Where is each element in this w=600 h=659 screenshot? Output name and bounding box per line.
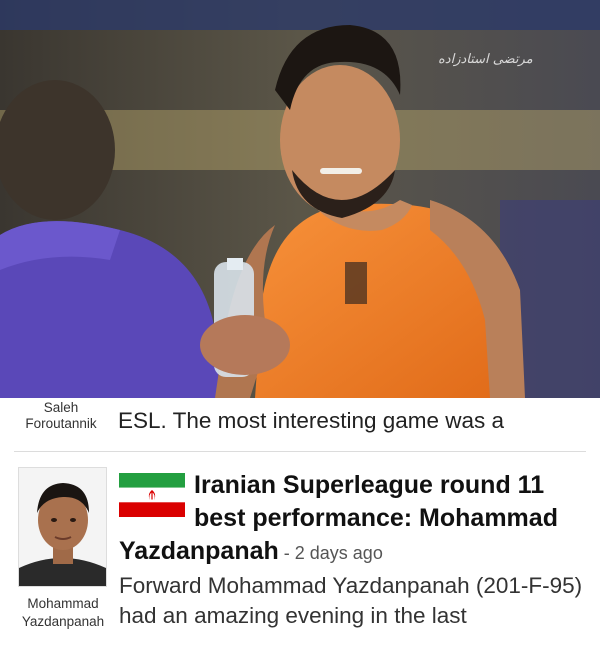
hero-photo: مرتضی استادزاده bbox=[0, 0, 600, 398]
news-item[interactable]: Mohammad Yazdanpanah Iranian Superleague… bbox=[0, 455, 600, 659]
article-headline[interactable]: Iranian Superleague round 11 best perfor… bbox=[194, 469, 589, 535]
author-thumbnail[interactable] bbox=[18, 467, 107, 587]
headline-player-name[interactable]: Yazdanpanah bbox=[119, 537, 279, 565]
item-divider bbox=[14, 451, 586, 452]
author-name[interactable]: Mohammad Yazdanpanah bbox=[14, 595, 112, 631]
headline-continued[interactable]: Yazdanpanah - 2 days ago bbox=[119, 537, 383, 566]
publish-date: - 2 days ago bbox=[278, 543, 383, 563]
author-last-name: Yazdanpanah bbox=[21, 614, 105, 629]
photo-watermark: مرتضی استادزاده bbox=[438, 52, 533, 67]
previous-author-first-name: Saleh bbox=[43, 400, 79, 415]
iran-flag-icon bbox=[119, 473, 185, 517]
previous-author[interactable]: Saleh Foroutannik bbox=[16, 400, 106, 432]
previous-news-item[interactable]: Saleh Foroutannik ESL. The most interest… bbox=[0, 398, 600, 448]
article-snippet: Forward Mohammad Yazdanpanah (201-F-95) … bbox=[119, 573, 583, 628]
previous-author-last-name: Foroutannik bbox=[25, 416, 97, 431]
author-first-name: Mohammad bbox=[27, 596, 99, 611]
previous-snippet: ESL. The most interesting game was a bbox=[118, 408, 505, 433]
author-portrait bbox=[19, 468, 106, 586]
